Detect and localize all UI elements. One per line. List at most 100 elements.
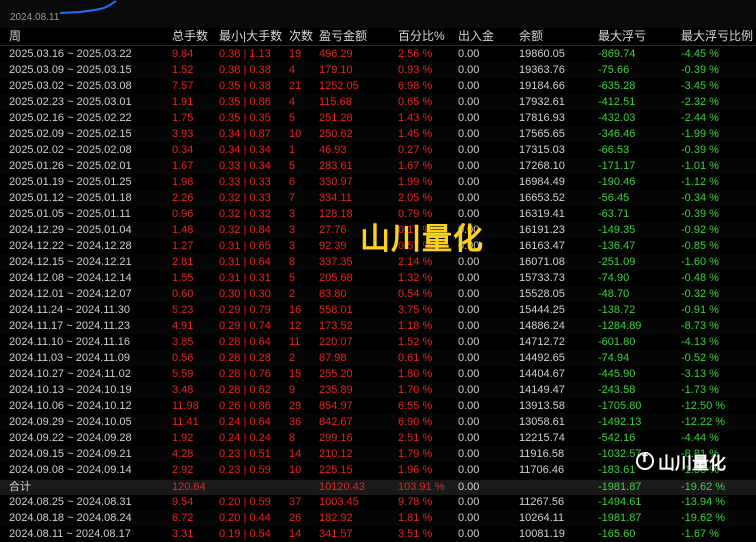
cell-balance: 15528.05 bbox=[519, 288, 565, 300]
cell-week: 2024.09.15 ~ 2024.09.21 bbox=[9, 448, 132, 460]
cell-total-lots: 2.81 bbox=[172, 256, 194, 268]
table-row[interactable]: 2025.01.12 ~ 2025.01.18 2.26 0.32 | 0.33 7 3… bbox=[0, 190, 756, 206]
cell-total-lots: 7.57 bbox=[172, 80, 194, 92]
total-deposit: 0.00 bbox=[458, 481, 480, 493]
brand-badge: 山川量化 bbox=[636, 447, 726, 475]
cell-total-lots: 1.91 bbox=[172, 96, 194, 108]
cell-count: 14 bbox=[289, 528, 302, 540]
cell-max-drawdown-ratio: -0.34 % bbox=[681, 192, 719, 204]
cell-balance: 11267.56 bbox=[519, 496, 565, 508]
cell-max-drawdown: -346.46 bbox=[598, 128, 636, 140]
cell-count: 37 bbox=[289, 496, 302, 508]
cell-pnl: 341.57 bbox=[319, 528, 353, 540]
cell-min-max-lots: 0.31 | 0.65 bbox=[219, 240, 271, 252]
cell-min-max-lots: 0.26 | 0.86 bbox=[219, 400, 271, 412]
table-row[interactable]: 2024.11.17 ~ 2024.11.23 4.91 0.29 | 0.74 12… bbox=[0, 318, 756, 334]
cell-max-drawdown-ratio: -4.45 % bbox=[681, 48, 719, 60]
cell-deposit: 0.00 bbox=[458, 368, 480, 380]
cell-max-drawdown: -1981.87 bbox=[598, 512, 642, 524]
cell-count: 8 bbox=[289, 432, 296, 444]
table-row[interactable]: 2024.09.22 ~ 2024.09.28 1.92 0.24 | 0.24 8 2… bbox=[0, 430, 756, 446]
cell-deposit: 0.00 bbox=[458, 288, 480, 300]
cell-deposit: 0.00 bbox=[458, 320, 480, 332]
cell-week: 2024.11.10 ~ 2024.11.16 bbox=[9, 336, 131, 348]
table-row[interactable]: 2025.03.09 ~ 2025.03.15 1.52 0.38 | 0.38 4 1… bbox=[0, 62, 756, 78]
cell-pnl: 210.12 bbox=[319, 448, 353, 460]
table-row[interactable]: 2024.10.06 ~ 2024.10.12 11.98 0.26 | 0.86 2… bbox=[0, 398, 756, 414]
cell-total-lots: 4.91 bbox=[172, 320, 194, 332]
cell-max-drawdown-ratio: -1.01 % bbox=[681, 160, 719, 172]
cell-total-lots: 3.31 bbox=[172, 528, 194, 540]
cell-count: 10 bbox=[289, 464, 302, 476]
header-pnl[interactable]: 盈亏金额 bbox=[319, 28, 367, 45]
cell-total-lots: 2.26 bbox=[172, 192, 194, 204]
header-max-drawdown-ratio[interactable]: 最大浮亏比例 bbox=[681, 28, 753, 45]
cell-percent: 0.65 % bbox=[398, 96, 433, 108]
cell-percent: 3.51 % bbox=[398, 528, 433, 540]
table-row[interactable]: 2024.10.27 ~ 2024.11.02 5.59 0.28 | 0.76 15… bbox=[0, 366, 756, 382]
cell-max-drawdown-ratio: -12.50 % bbox=[681, 400, 726, 412]
table-row[interactable]: 2024.12.01 ~ 2024.12.07 0.60 0.30 | 0.30 2 8… bbox=[0, 286, 756, 302]
cell-count: 36 bbox=[289, 416, 302, 428]
cell-total-lots: 1.92 bbox=[172, 432, 194, 444]
table-row[interactable]: 2025.02.16 ~ 2025.02.22 1.75 0.35 | 0.35 5 2… bbox=[0, 110, 756, 126]
table-row[interactable]: 2024.11.24 ~ 2024.11.30 5.23 0.29 | 0.79 16… bbox=[0, 302, 756, 318]
cell-deposit: 0.00 bbox=[458, 432, 480, 444]
cell-pnl: 173.52 bbox=[319, 320, 353, 332]
table-row[interactable]: 2024.12.08 ~ 2024.12.14 1.55 0.31 | 0.31 5 2… bbox=[0, 270, 756, 286]
cell-balance: 16653.52 bbox=[519, 192, 565, 204]
cell-total-lots: 11.41 bbox=[172, 416, 199, 428]
table-row[interactable]: 2024.08.18 ~ 2024.08.24 6.72 0.20 | 0.44 26… bbox=[0, 510, 756, 526]
table-row[interactable]: 2025.02.09 ~ 2025.02.15 3.93 0.34 | 0.87 10… bbox=[0, 126, 756, 142]
header-min-max-lots[interactable]: 最小|大手数 bbox=[219, 28, 282, 45]
header-max-drawdown[interactable]: 最大浮亏 bbox=[598, 28, 646, 45]
cell-count: 19 bbox=[289, 48, 302, 60]
header-week[interactable]: 周 bbox=[9, 28, 21, 45]
cell-week: 2024.11.24 ~ 2024.11.30 bbox=[9, 304, 131, 316]
cell-deposit: 0.00 bbox=[458, 304, 480, 316]
cell-pnl: 250.62 bbox=[319, 128, 353, 140]
table-row[interactable]: 2024.09.29 ~ 2024.10.05 11.41 0.24 | 0.64 3… bbox=[0, 414, 756, 430]
cell-pnl: 299.16 bbox=[319, 432, 353, 444]
header-deposit[interactable]: 出入金 bbox=[458, 28, 494, 45]
table-row[interactable]: 2024.11.10 ~ 2024.11.16 3.85 0.28 | 0.64 11… bbox=[0, 334, 756, 350]
table-row[interactable]: 2024.11.03 ~ 2024.11.09 0.56 0.28 | 0.28 2 8… bbox=[0, 350, 756, 366]
header-balance[interactable]: 余额 bbox=[519, 28, 543, 45]
cell-balance: 15444.25 bbox=[519, 304, 565, 316]
cell-week: 2025.03.16 ~ 2025.03.22 bbox=[9, 48, 132, 60]
table-row[interactable]: 2025.01.26 ~ 2025.02.01 1.67 0.33 | 0.34 5 2… bbox=[0, 158, 756, 174]
cell-week: 2025.01.19 ~ 2025.01.25 bbox=[9, 176, 132, 188]
cell-week: 2025.01.05 ~ 2025.01.11 bbox=[9, 208, 131, 220]
equity-chart-strip: 2024.08.11 bbox=[0, 0, 756, 28]
cell-balance: 15733.73 bbox=[519, 272, 565, 284]
cell-week: 2024.08.18 ~ 2024.08.24 bbox=[9, 512, 132, 524]
cell-deposit: 0.00 bbox=[458, 128, 480, 140]
cell-pnl: 1003.45 bbox=[319, 496, 359, 508]
cell-max-drawdown: -1032.57 bbox=[598, 448, 642, 460]
table-row[interactable]: 2025.03.02 ~ 2025.03.08 7.57 0.35 | 0.38 21… bbox=[0, 78, 756, 94]
cell-min-max-lots: 0.32 | 0.32 bbox=[219, 208, 271, 220]
cell-deposit: 0.00 bbox=[458, 384, 480, 396]
cell-min-max-lots: 0.35 | 0.38 bbox=[219, 80, 271, 92]
table-row[interactable]: 2025.01.19 ~ 2025.01.25 1.98 0.33 | 0.33 6 3… bbox=[0, 174, 756, 190]
table-row[interactable]: 2024.08.25 ~ 2024.08.31 9.54 0.20 | 0.59 37… bbox=[0, 494, 756, 510]
table-row[interactable]: 2025.03.16 ~ 2025.03.22 9.84 0.38 | 1.13 19… bbox=[0, 46, 756, 62]
cell-max-drawdown: -165.60 bbox=[598, 528, 636, 540]
cell-total-lots: 1.98 bbox=[172, 176, 194, 188]
cell-total-lots: 0.56 bbox=[172, 352, 194, 364]
header-percent[interactable]: 百分比% bbox=[398, 28, 445, 45]
cell-balance: 17816.93 bbox=[519, 112, 565, 124]
watermark-text: 山川量化 bbox=[360, 222, 484, 257]
table-row[interactable]: 2025.02.02 ~ 2025.02.08 0.34 0.34 | 0.34 1 4… bbox=[0, 142, 756, 158]
table-row[interactable]: 2024.10.13 ~ 2024.10.19 3.48 0.28 | 0.62 9 2… bbox=[0, 382, 756, 398]
cell-percent: 6.90 % bbox=[398, 416, 433, 428]
header-count[interactable]: 次数 bbox=[289, 28, 313, 45]
table-row[interactable]: 2024.08.11 ~ 2024.08.17 3.31 0.19 | 0.54 14… bbox=[0, 526, 756, 542]
table-row[interactable]: 2025.02.23 ~ 2025.03.01 1.91 0.35 | 0.86 4 1… bbox=[0, 94, 756, 110]
header-total-lots[interactable]: 总手数 bbox=[172, 28, 208, 45]
cell-max-drawdown-ratio: -13.94 % bbox=[681, 496, 726, 508]
cell-min-max-lots: 0.32 | 0.33 bbox=[219, 192, 271, 204]
cell-week: 2025.02.09 ~ 2025.02.15 bbox=[9, 128, 132, 140]
cell-deposit: 0.00 bbox=[458, 512, 480, 524]
cell-percent: 1.52 % bbox=[398, 336, 433, 348]
